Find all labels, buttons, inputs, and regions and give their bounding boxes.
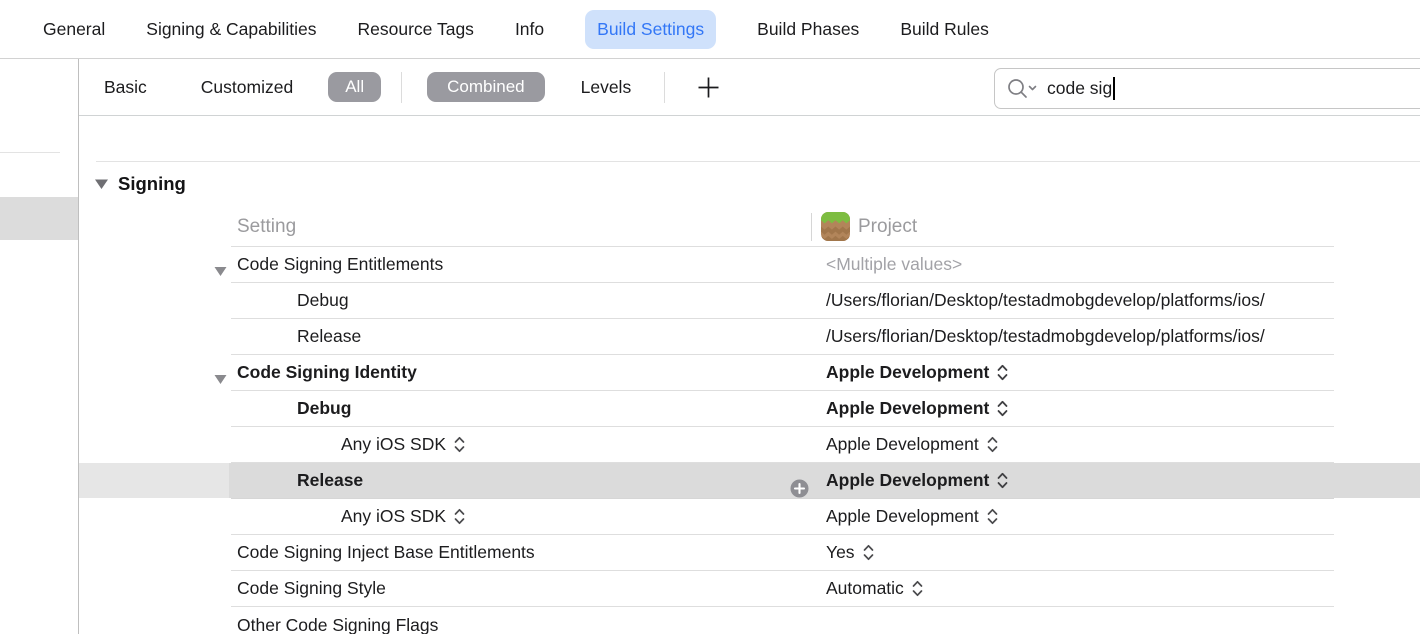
tab-build-rules[interactable]: Build Rules <box>900 19 989 40</box>
disclosure-triangle-icon[interactable] <box>94 178 109 190</box>
add-setting-button[interactable] <box>696 75 720 99</box>
tab-signing-capabilities[interactable]: Signing & Capabilities <box>146 19 316 40</box>
tab-resource-tags[interactable]: Resource Tags <box>358 19 474 40</box>
plus-icon <box>697 76 720 99</box>
stepper-icon[interactable] <box>453 436 466 453</box>
tab-general[interactable]: General <box>43 19 105 40</box>
setting-value[interactable]: Automatic <box>826 578 904 599</box>
toolbar-divider <box>664 72 665 103</box>
stepper-icon[interactable] <box>911 580 924 597</box>
column-divider <box>811 213 812 241</box>
sidebar-divider <box>0 152 60 153</box>
scope-customized-button[interactable]: Customized <box>201 77 293 98</box>
text-caret <box>1113 77 1115 100</box>
stepper-icon[interactable] <box>862 544 875 561</box>
setting-name: Release <box>297 470 363 491</box>
sidebar-selected-row[interactable] <box>0 197 78 240</box>
build-settings-editor: Signing Setting <box>79 116 1420 634</box>
table-row-selected[interactable]: Release Apple Development <box>231 463 1334 499</box>
setting-name: Debug <box>297 290 349 311</box>
setting-value[interactable]: /Users/florian/Desktop/testadmobgdevelop… <box>826 290 1265 311</box>
setting-value[interactable]: /Users/florian/Desktop/testadmobgdevelop… <box>826 326 1265 347</box>
build-settings-toolbar: Basic Customized All Combined Levels cod… <box>79 59 1420 116</box>
setting-name: Code Signing Inject Base Entitlements <box>237 542 535 563</box>
setting-name: Code Signing Entitlements <box>237 254 443 275</box>
disclosure-triangle-icon[interactable] <box>214 374 227 385</box>
stepper-icon[interactable] <box>453 508 466 525</box>
add-value-icon[interactable] <box>790 479 809 498</box>
table-row[interactable]: Code Signing Identity Apple Development <box>231 355 1334 391</box>
table-row[interactable]: Any iOS SDK Apple Development <box>231 499 1334 535</box>
scope-basic-button[interactable]: Basic <box>104 77 147 98</box>
table-row[interactable]: Code Signing Style Automatic <box>231 571 1334 607</box>
column-header-setting: Setting <box>237 216 296 238</box>
setting-name: Code Signing Identity <box>237 362 417 383</box>
column-header-project: Project <box>858 216 917 238</box>
table-row[interactable]: Debug Apple Development <box>231 391 1334 427</box>
table-row[interactable]: Code Signing Inject Base Entitlements Ye… <box>231 535 1334 571</box>
stepper-icon[interactable] <box>986 436 999 453</box>
scope-all-button[interactable]: All <box>328 72 381 102</box>
table-row[interactable]: Any iOS SDK Apple Development <box>231 427 1334 463</box>
search-query-text: code sig <box>1047 78 1112 99</box>
table-header-row: Setting Projec <box>231 207 1334 247</box>
setting-name: Any iOS SDK <box>341 506 446 527</box>
tab-info[interactable]: Info <box>515 19 544 40</box>
setting-value[interactable]: Apple Development <box>826 434 979 455</box>
stepper-icon[interactable] <box>996 400 1009 417</box>
setting-name: Code Signing Style <box>237 578 386 599</box>
table-row[interactable]: Other Code Signing Flags <box>231 607 1334 634</box>
project-icon <box>821 212 850 241</box>
view-combined-button[interactable]: Combined <box>427 72 545 102</box>
search-input[interactable]: code sig <box>994 68 1420 109</box>
setting-name: Other Code Signing Flags <box>237 615 438 634</box>
editor-tab-bar: General Signing & Capabilities Resource … <box>0 0 1420 59</box>
setting-name: Any iOS SDK <box>341 434 446 455</box>
stepper-icon[interactable] <box>996 472 1009 489</box>
stepper-icon[interactable] <box>996 364 1009 381</box>
setting-value[interactable]: Apple Development <box>826 470 989 491</box>
disclosure-triangle-icon[interactable] <box>214 266 227 277</box>
toolbar-divider <box>401 72 402 103</box>
setting-value[interactable]: Apple Development <box>826 506 979 527</box>
setting-value[interactable]: <Multiple values> <box>826 254 962 275</box>
settings-table: Setting Projec <box>231 207 1334 634</box>
setting-value[interactable]: Apple Development <box>826 398 989 419</box>
tab-build-phases[interactable]: Build Phases <box>757 19 859 40</box>
section-title: Signing <box>118 173 186 195</box>
navigator-sidebar <box>0 59 79 634</box>
section-top-divider <box>96 161 1420 162</box>
setting-name: Release <box>297 326 361 347</box>
setting-value[interactable]: Apple Development <box>826 362 989 383</box>
table-row[interactable]: Release /Users/florian/Desktop/testadmob… <box>231 319 1334 355</box>
setting-value[interactable]: Yes <box>826 542 855 563</box>
section-header-signing[interactable]: Signing <box>94 173 186 195</box>
tab-build-settings[interactable]: Build Settings <box>585 10 716 49</box>
setting-name: Debug <box>297 398 351 419</box>
table-row[interactable]: Debug /Users/florian/Desktop/testadmobgd… <box>231 283 1334 319</box>
stepper-icon[interactable] <box>986 508 999 525</box>
table-row[interactable]: Code Signing Entitlements <Multiple valu… <box>231 247 1334 283</box>
search-icon <box>1007 78 1038 100</box>
view-levels-button[interactable]: Levels <box>581 77 632 98</box>
